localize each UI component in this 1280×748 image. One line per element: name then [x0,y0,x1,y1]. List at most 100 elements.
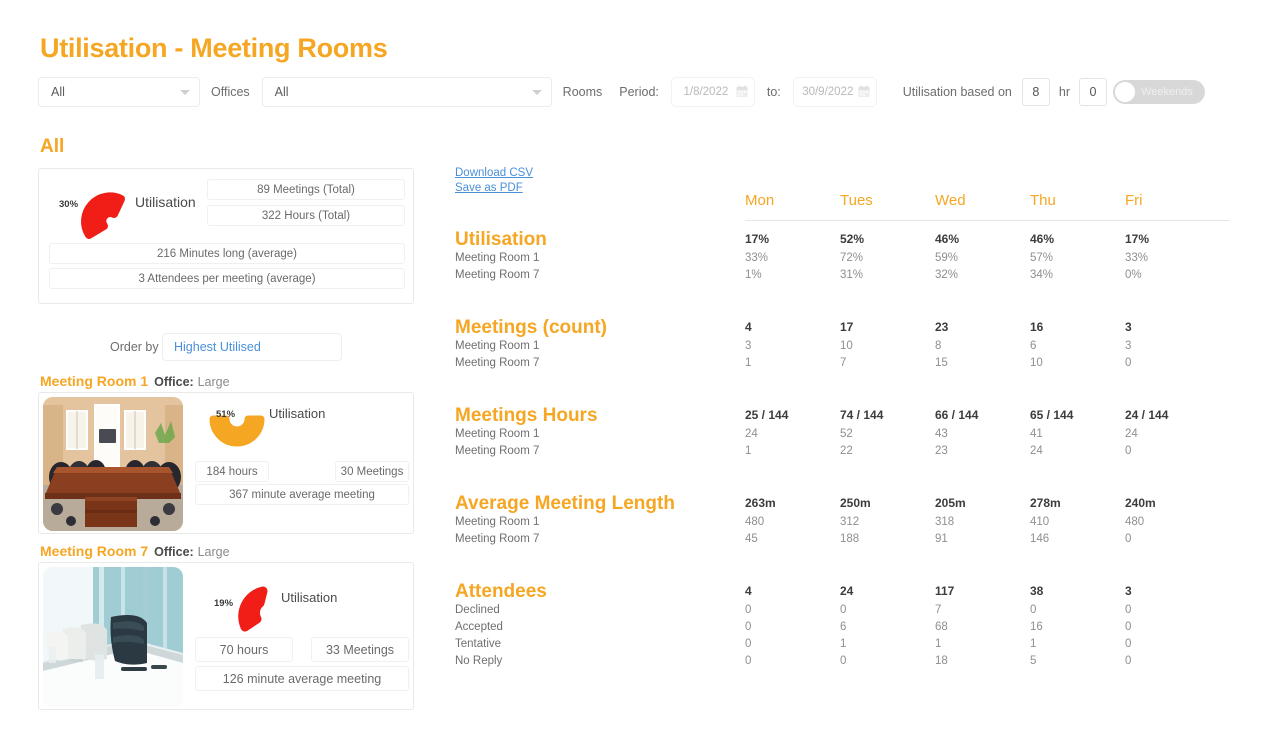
summary-gauge-percent: 30% [59,199,79,210]
table-cell: 1 [745,445,752,457]
room-1-hours: 184 hours [195,461,269,482]
section-total-attendees: 38 [1030,584,1044,598]
column-header-tues: Tues [840,192,873,209]
table-row-label: Meeting Room 7 [455,269,540,281]
room-office-value: Large [197,545,230,559]
table-cell: 8 [935,340,942,352]
table-cell: 57% [1030,252,1054,264]
date-to-input[interactable]: 30/9/2022 [792,77,877,107]
section-total-meetings-hours: 65 / 144 [1030,408,1074,422]
column-header-thu: Thu [1030,192,1056,209]
page-title: Utilisation - Meeting Rooms [40,33,388,63]
table-cell: 1 [840,638,847,650]
table-cell: 0 [1125,621,1132,633]
table-cell: 24 [745,428,758,440]
table-row-label: Declined [455,604,500,616]
order-by-label: Order by [110,340,159,354]
section-total-utilisation: 46% [1030,232,1055,246]
summary-gauge-arc [81,192,125,239]
summary-card: 30% Utilisation 89 Meetings (Total) 322 … [38,168,414,304]
boardroom-photo [43,397,183,531]
table-cell: 0 [745,604,752,616]
section-total-meetings-count: 4 [745,320,752,334]
section-total-meetings-count: 23 [935,320,949,334]
modern-glass-room-photo [43,567,183,707]
table-cell: 5 [1030,655,1037,667]
room-card-7[interactable]: 19% Utilisation 70 hours 33 Meetings 126… [38,562,414,710]
table-cell: 33% [745,252,769,264]
rooms-select[interactable]: All [261,77,552,107]
table-cell: 7 [935,604,942,616]
toggle-knob [1115,82,1135,102]
section-total-attendees: 3 [1125,584,1132,598]
table-cell: 32% [935,269,959,281]
table-row-label: Meeting Room 1 [455,516,540,528]
table-cell: 33% [1125,252,1149,264]
table-cell: 1% [745,269,762,281]
offices-select[interactable]: All [38,77,200,107]
table-cell: 0 [1125,638,1132,650]
section-total-meetings-hours: 66 / 144 [935,408,979,422]
table-cell: 59% [935,252,959,264]
table-cell: 68 [935,621,948,633]
table-cell: 31% [840,269,864,281]
table-cell: 45 [745,533,758,545]
date-from-input[interactable]: 1/8/2022 [670,77,755,107]
hours-input[interactable]: 8 [1021,78,1050,106]
save-as-pdf-link[interactable]: Save as PDF [455,182,523,194]
room-7-hours: 70 hours [195,637,293,662]
section-total-utilisation: 52% [840,232,865,246]
column-header-fri: Fri [1125,192,1143,209]
table-row-label: Meeting Room 7 [455,445,540,457]
room-office-label: Office: [154,375,194,389]
table-cell: 0 [745,655,752,667]
period-label: Period: [619,85,659,99]
table-cell: 0 [840,604,847,616]
date-from-value: 1/8/2022 [683,86,729,98]
section-total-average-meeting-length: 278m [1030,496,1061,510]
stat-hours-total: 322 Hours (Total) [207,205,405,226]
room-photo-1 [43,397,183,531]
room-1-average: 367 minute average meeting [195,484,409,505]
section-total-meetings-hours: 74 / 144 [840,408,884,422]
room-7-average: 126 minute average meeting [195,666,409,691]
table-cell: 0 [1125,533,1132,545]
stat-attendees-average: 3 Attendees per meeting (average) [49,268,405,289]
download-csv-link[interactable]: Download CSV [455,167,533,179]
table-cell: 318 [935,516,955,528]
section-total-average-meeting-length: 205m [935,496,966,510]
calendar-icon[interactable] [736,85,748,98]
calendar-icon[interactable] [858,85,870,98]
summary-gauge-label: Utilisation [135,194,196,210]
table-cell: 23 [935,445,948,457]
room-name: Meeting Room 7 [40,543,149,559]
chevron-down-icon [531,90,542,95]
table-cell: 52 [840,428,853,440]
header-divider [745,220,1230,221]
table-cell: 0 [1125,357,1132,369]
minutes-input[interactable]: 0 [1079,78,1108,106]
table-row-label: Meeting Room 7 [455,533,540,545]
table-cell: 16 [1030,621,1043,633]
filters-toolbar: All Offices All Rooms Period: 1/8/2022 t… [38,76,1244,108]
section-title-meetings-hours: Meetings Hours [455,405,598,426]
weekends-toggle[interactable]: Weekends [1113,80,1205,104]
table-cell: 0 [745,638,752,650]
section-total-attendees: 117 [935,584,955,598]
table-row-label: Accepted [455,621,503,633]
table-cell: 43 [935,428,948,440]
table-cell: 0 [745,621,752,633]
section-total-attendees: 24 [840,584,854,598]
table-cell: 3 [1125,340,1132,352]
table-cell: 91 [935,533,948,545]
order-by-select[interactable]: Highest Utilised [162,333,342,361]
room-card-1[interactable]: 51% Utilisation 184 hours 30 Meetings 36… [38,392,414,534]
room-7-gauge-label: Utilisation [281,590,338,605]
table-row-label: Tentative [455,638,502,650]
offices-select-value: All [51,85,65,99]
room-office-value: Large [197,375,230,389]
section-title-attendees: Attendees [455,581,547,602]
room-7-meetings: 33 Meetings [311,637,409,662]
table-cell: 22 [840,445,853,457]
room-office-label: Office: [154,545,194,559]
